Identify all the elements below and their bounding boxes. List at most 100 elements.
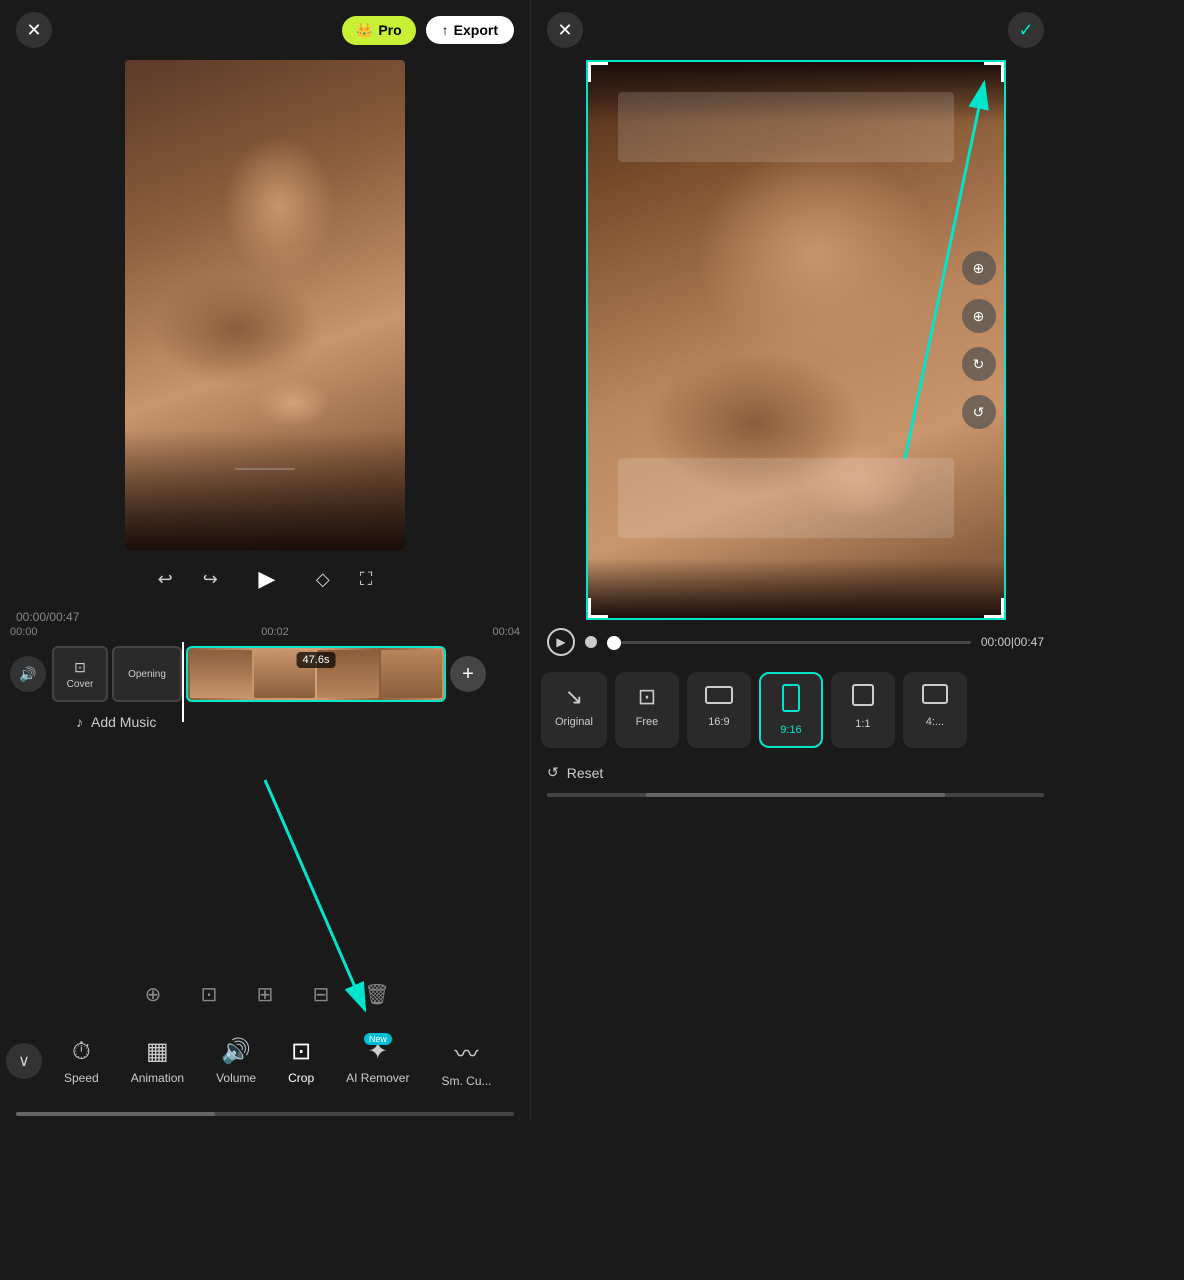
animation-icon: ▦ [146,1038,169,1065]
ar-original[interactable]: ↘ Original [541,672,607,748]
ar-9-16-label: 9:16 [780,724,801,736]
fullscreen-button[interactable]: ⛶ [360,569,373,590]
ar-9-16[interactable]: 9:16 [759,672,823,748]
ar-16-9[interactable]: 16:9 [687,672,751,748]
ar-original-icon: ↘ [565,684,583,710]
clip-main-video[interactable]: 47.6s [186,646,446,702]
play-button-right[interactable]: ▶ [547,628,575,656]
tool-icon-add[interactable]: ⊕ [135,976,171,1012]
ai-label: AI Remover [346,1071,409,1085]
export-label: Export [454,22,498,38]
speed-icon: ⏱ [72,1038,91,1065]
ar-9-16-icon [782,684,800,718]
opening-label: Opening [128,669,166,680]
tool-icon-delete[interactable]: 🗑 [359,976,395,1012]
tool-animation[interactable]: ▦ Animation [115,1029,200,1093]
ar-1-1-icon [852,684,874,712]
confirm-button[interactable]: ✓ [1008,12,1044,48]
bottom-scrollbar-right[interactable] [547,793,1044,797]
clip-cover[interactable]: ⊡ Cover [52,646,108,702]
ar-4-3-icon [922,684,948,710]
ar-free-label: Free [636,716,659,728]
cover-icon: ⊡ [74,659,86,676]
diamond-button[interactable]: ◇ [316,569,330,590]
track-clips: ⊡ Cover Opening 47.6s [52,646,520,702]
reset-label: Reset [567,765,604,781]
tool-icon-split[interactable]: ⊡ [191,976,227,1012]
marker-0: 00:00 [10,626,38,638]
music-note-icon: ♪ [76,714,83,730]
ar-16-9-label: 16:9 [708,716,729,728]
progress-dot[interactable] [585,636,597,648]
aspect-ratio-row: ↘ Original ⊡ Free 16:9 9:16 [541,672,1050,748]
bottom-scrollbar[interactable] [16,1112,514,1116]
crown-icon: 👑 [356,22,373,39]
crop-right-icons: ⊕ ⊕ ↻ ↺ [962,251,996,429]
time-markers: 00:00 00:02 00:04 [0,626,530,638]
aspect-ratio-section: ↘ Original ⊡ Free 16:9 9:16 [531,664,1060,756]
new-badge: New [364,1033,392,1045]
marker-1: 00:02 [261,626,289,638]
volume-icon: 🔊 [19,666,36,683]
speed-label: Speed [64,1071,99,1085]
tool-icons-row: ⊕ ⊡ ⊞ ⊟ 🗑 [0,968,530,1020]
total-time-right: 00:47 [1014,635,1044,649]
export-button[interactable]: ↑ Export [426,16,514,44]
add-music-row[interactable]: ♪ Add Music [60,706,520,738]
ar-4-3[interactable]: 4:... [903,672,967,748]
bottom-tools: ⏱ Speed ▦ Animation 🔊 Volume ⊡ C [42,1020,508,1102]
undo-button[interactable]: ↩ [158,569,173,590]
crop-side-icon-2[interactable]: ⊕ [962,299,996,333]
scrollbar-thumb [16,1112,215,1116]
volume-tool-icon: 🔊 [221,1038,251,1065]
tool-crop[interactable]: ⊡ Crop [272,1029,330,1093]
audio-mute-button[interactable]: 🔊 [10,656,46,692]
tool-ai-remover[interactable]: ✦ New AI Remover [330,1029,425,1093]
crop-label: Crop [288,1071,314,1085]
progress-thumb-right[interactable] [607,636,621,650]
reset-icon: ↺ [547,764,559,781]
close-button-right[interactable]: ✕ [547,12,583,48]
ar-1-1[interactable]: 1:1 [831,672,895,748]
progress-bar-right[interactable] [607,641,971,644]
ar-free-icon: ⊡ [638,684,656,710]
tool-icon-grid[interactable]: ⊞ [247,976,283,1012]
volume-label: Volume [216,1071,256,1085]
cover-label: Cover [67,679,94,690]
smart-cut-label: Sm. Cu... [441,1074,491,1088]
upload-icon: ↑ [442,22,449,38]
right-panel: ✕ ✓ ⊕ ⊕ ↻ ↺ [530,0,1060,1120]
ar-original-label: Original [555,716,593,728]
add-clip-button[interactable]: + [450,656,486,692]
chevron-down-button[interactable]: ∨ [6,1043,42,1079]
redo-button[interactable]: ↪ [203,569,218,590]
crop-bottom-overlay [618,458,954,538]
ar-1-1-label: 1:1 [855,718,870,730]
reset-row[interactable]: ↺ Reset [531,756,1060,789]
tool-volume[interactable]: 🔊 Volume [200,1029,272,1093]
close-button-left[interactable]: ✕ [16,12,52,48]
pro-label: Pro [378,22,401,38]
clip-duration: 47.6s [297,652,336,668]
tool-speed[interactable]: ⏱ Speed [48,1030,115,1093]
play-button-left[interactable]: ▶ [248,560,286,598]
current-time-left: 00:00 [16,610,46,624]
tool-smart-cut[interactable]: 〰 Sm. Cu... [425,1026,507,1096]
crop-side-icon-flip[interactable]: ↺ [962,395,996,429]
time-display-right: 00:00|00:47 [981,635,1044,649]
add-music-label: Add Music [91,714,156,730]
crop-side-icon-1[interactable]: ⊕ [962,251,996,285]
clip-opening[interactable]: Opening [112,646,182,702]
crop-side-icon-rotate[interactable]: ↻ [962,347,996,381]
controls-bar: ↩ ↪ ▶ ◇ ⛶ [0,550,530,608]
ar-free[interactable]: ⊡ Free [615,672,679,748]
ar-4-3-label: 4:... [926,716,944,728]
scrollbar-thumb-right [646,793,944,797]
video-preview-left [125,60,405,550]
crop-top-overlay [618,92,954,162]
tool-icon-minus[interactable]: ⊟ [303,976,339,1012]
smart-cut-icon: 〰 [454,1041,478,1068]
pro-badge[interactable]: 👑 Pro [342,16,416,45]
crop-icon: ⊡ [291,1038,311,1065]
time-display-left: 00:00/00:47 [0,608,530,626]
